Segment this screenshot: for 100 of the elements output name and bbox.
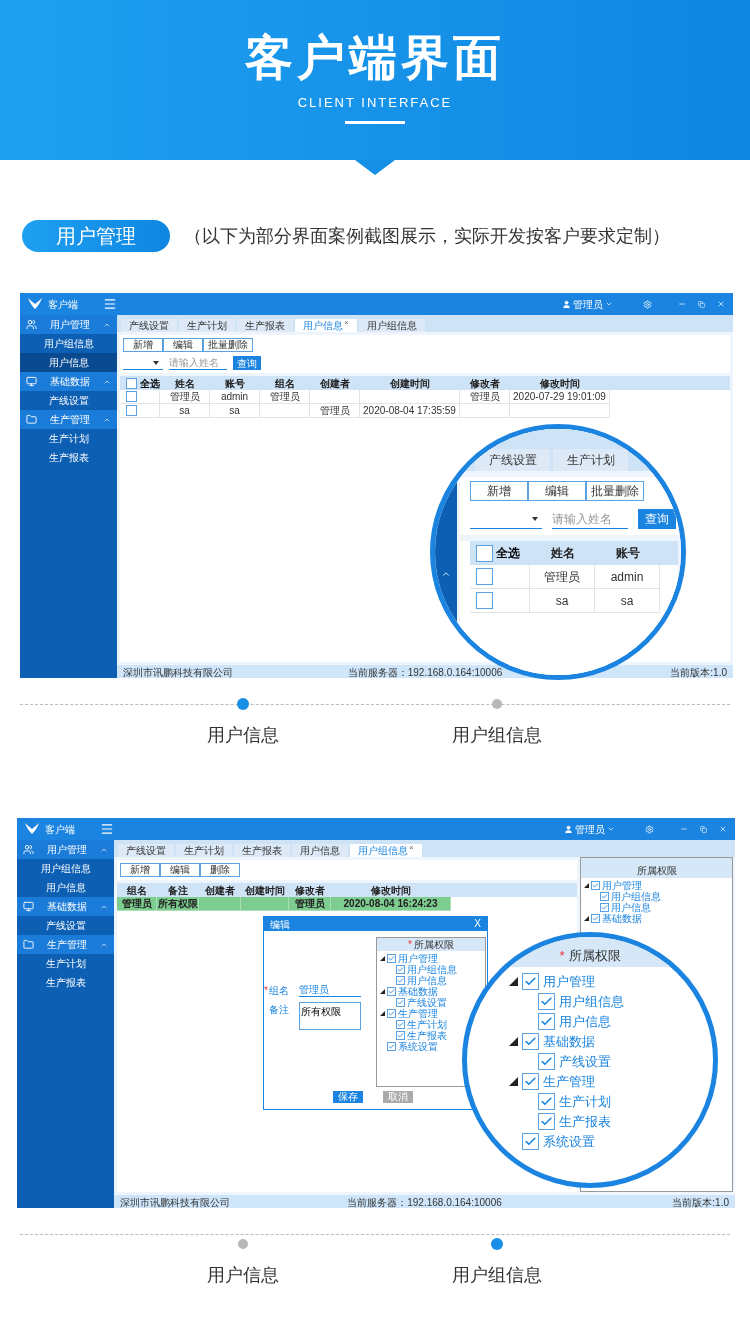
tree-item[interactable]: 系统设置 — [398, 1041, 438, 1052]
tree-item[interactable]: 用户组信息 — [407, 964, 457, 975]
tree-item[interactable]: 用户信息 — [407, 975, 447, 986]
tab[interactable]: 用户信息 — [292, 844, 348, 857]
toolbar-button[interactable]: 批量删除 — [203, 338, 253, 352]
checkbox[interactable] — [387, 987, 396, 996]
checkbox[interactable] — [387, 1042, 396, 1051]
checkbox[interactable] — [538, 1112, 555, 1130]
settings-icon[interactable] — [643, 299, 652, 309]
expand-triangle-icon[interactable] — [380, 956, 385, 961]
tree-item[interactable]: 基础数据 — [543, 1034, 595, 1048]
close-button[interactable]: X — [474, 919, 481, 929]
checkbox[interactable] — [126, 391, 137, 402]
checkbox[interactable] — [522, 1132, 539, 1150]
pager-tab[interactable]: 用户信息 — [116, 698, 370, 749]
sidebar-group[interactable]: 用户管理 — [17, 840, 114, 859]
user-menu[interactable]: 管理员 — [564, 821, 615, 837]
tab[interactable]: 用户组信息× — [350, 844, 422, 857]
table-row[interactable]: 管理员 admin — [470, 565, 660, 589]
tree-item[interactable]: 系统设置 — [543, 1134, 595, 1148]
tree-item[interactable]: 用户管理 — [602, 880, 642, 891]
sidebar-group[interactable]: 基础数据 — [17, 897, 114, 916]
menu-icon[interactable] — [103, 297, 117, 311]
toolbar-button[interactable]: 编辑 — [163, 338, 203, 352]
table-row[interactable]: 管理员 所有权限 管理员 2020-08-04 16:24:23 — [117, 897, 451, 911]
tree-item[interactable]: 生产报表 — [407, 1030, 447, 1041]
search-button[interactable]: 查询 — [638, 509, 676, 529]
expand-triangle-icon[interactable] — [380, 989, 385, 994]
tab[interactable]: 生产计划 — [553, 449, 628, 471]
tree-item[interactable]: 产线设置 — [559, 1054, 611, 1068]
tree-item[interactable]: 生产报表 — [559, 1114, 611, 1128]
toolbar-button[interactable]: 批量删除 — [586, 481, 644, 501]
tree-item[interactable]: 生产计划 — [407, 1019, 447, 1030]
tree-item[interactable]: 产线设置 — [407, 997, 447, 1008]
close-icon[interactable] — [717, 300, 725, 308]
tab[interactable]: 用户组信息 — [358, 319, 425, 332]
tree-item[interactable]: 生产管理 — [543, 1074, 595, 1088]
pager-tab[interactable]: 用户组信息 — [370, 1238, 624, 1289]
sidebar-group[interactable]: 用户管理 — [20, 315, 117, 334]
search-field[interactable]: 请输入姓名 — [169, 356, 227, 370]
tree-item[interactable]: 用户组信息 — [611, 891, 661, 902]
tab[interactable]: 生产报表 — [237, 319, 293, 332]
toolbar-button[interactable]: 新增 — [120, 863, 160, 877]
checkbox[interactable] — [476, 544, 493, 562]
remark-field[interactable]: 所有权限 — [299, 1002, 361, 1030]
toolbar-button[interactable]: 新增 — [123, 338, 163, 352]
sidebar-item[interactable]: 用户信息 — [20, 353, 117, 372]
tree-item[interactable]: 生产计划 — [559, 1094, 611, 1108]
expand-triangle-icon[interactable] — [584, 883, 589, 888]
sidebar-group[interactable]: 生产管理 — [17, 935, 114, 954]
sidebar-group[interactable]: 基础数据 — [20, 372, 117, 391]
toolbar-button[interactable]: 新增 — [470, 481, 528, 501]
settings-icon[interactable] — [645, 824, 654, 834]
tab[interactable]: 产线设置 — [118, 844, 174, 857]
checkbox[interactable] — [396, 976, 405, 985]
tree-item[interactable]: 用户管理 — [398, 953, 438, 964]
checkbox[interactable] — [538, 1092, 555, 1110]
tree-item[interactable]: 用户信息 — [559, 1014, 611, 1028]
checkbox[interactable] — [396, 1031, 405, 1040]
restore-icon[interactable] — [700, 825, 707, 833]
expand-triangle-icon[interactable] — [509, 1076, 518, 1086]
checkbox[interactable] — [396, 965, 405, 974]
checkbox[interactable] — [538, 992, 555, 1010]
pager-tab[interactable]: 用户组信息 — [370, 698, 624, 749]
tree-item[interactable]: 基础数据 — [602, 913, 642, 924]
tab[interactable]: 生产计划 — [176, 844, 232, 857]
checkbox[interactable] — [591, 914, 600, 923]
checkbox[interactable] — [600, 892, 609, 901]
expand-triangle-icon[interactable] — [509, 976, 518, 986]
checkbox[interactable] — [538, 1012, 555, 1030]
tab[interactable]: 产线设置 — [121, 319, 177, 332]
tree-item[interactable]: 基础数据 — [398, 986, 438, 997]
tab[interactable]: 生产计划 — [179, 319, 235, 332]
checkbox[interactable] — [538, 1052, 555, 1070]
toolbar-button[interactable]: 删除 — [200, 863, 240, 877]
checkbox[interactable] — [387, 954, 396, 963]
table-row[interactable]: sa sa — [470, 589, 660, 613]
restore-icon[interactable] — [698, 300, 705, 308]
user-menu[interactable]: 管理员 — [562, 296, 613, 312]
search-button[interactable]: 查询 — [233, 356, 261, 370]
minimize-icon[interactable] — [678, 300, 686, 308]
tab[interactable]: 产线设置 — [475, 449, 550, 471]
checkbox[interactable] — [476, 592, 493, 609]
table-row[interactable]: 管理员 admin 管理员 管理员 2020-07-29 19:01:09 — [120, 390, 610, 404]
name-field[interactable]: 管理员 — [299, 983, 361, 997]
expand-triangle-icon[interactable] — [509, 1036, 518, 1046]
expand-triangle-icon[interactable] — [584, 916, 589, 921]
tree-item[interactable]: 用户组信息 — [559, 994, 624, 1008]
tree-item[interactable]: 用户管理 — [543, 974, 595, 988]
expand-triangle-icon[interactable] — [380, 1011, 385, 1016]
checkbox[interactable] — [126, 405, 137, 416]
tree-item[interactable]: 生产管理 — [398, 1008, 438, 1019]
table-row[interactable]: sa sa 管理员 2020-08-04 17:35:59 — [120, 404, 610, 418]
tab-close[interactable]: × — [409, 844, 414, 852]
checkbox[interactable] — [522, 1072, 539, 1090]
checkbox[interactable] — [387, 1009, 396, 1018]
checkbox[interactable] — [476, 568, 493, 585]
minimize-icon[interactable] — [680, 825, 688, 833]
toolbar-button[interactable]: 编辑 — [160, 863, 200, 877]
toolbar-button[interactable]: 编辑 — [528, 481, 586, 501]
